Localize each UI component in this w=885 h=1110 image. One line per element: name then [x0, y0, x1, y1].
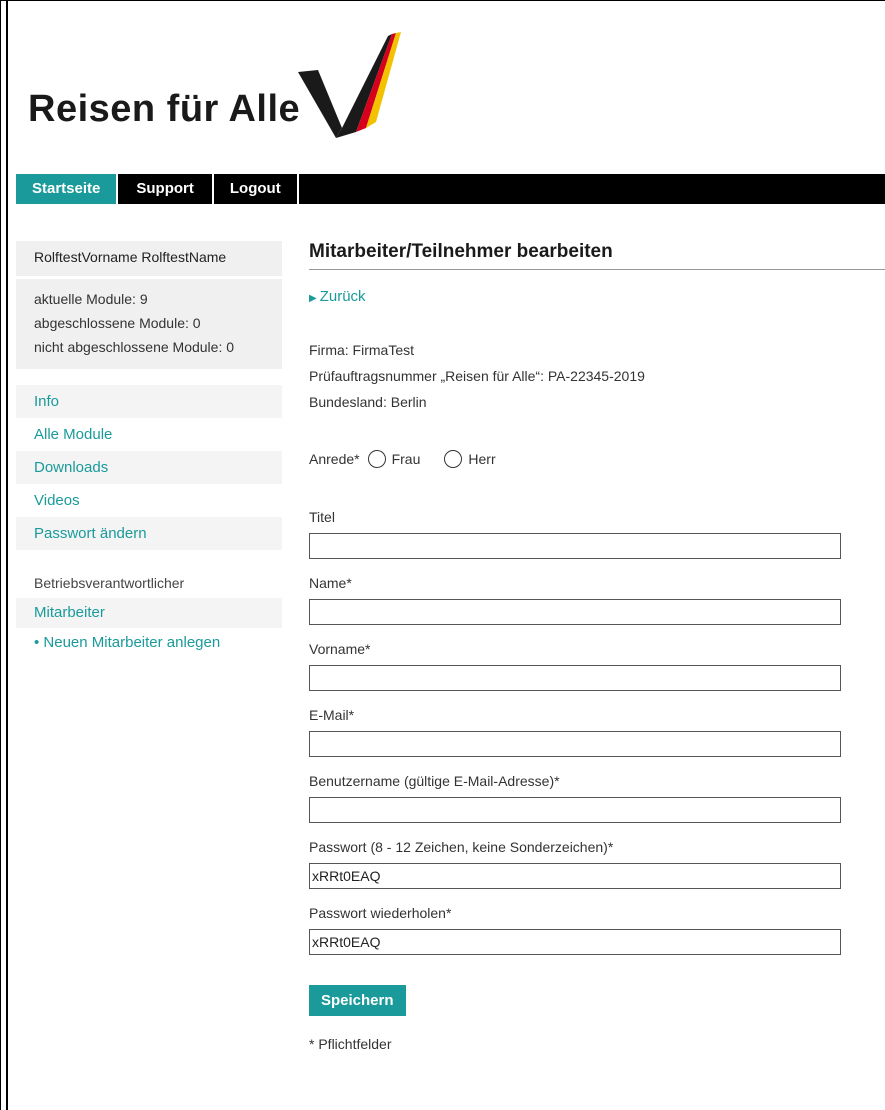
top-navigation: Startseite Support Logout	[16, 174, 885, 204]
info-bundesland: Bundesland: Berlin	[309, 394, 427, 410]
tab-support[interactable]: Support	[118, 174, 214, 204]
sidebar-section-betrieb: Betriebsverantwortlicher Mitarbeiter • N…	[16, 568, 282, 651]
username-label: Benutzername (gültige E-Mail-Adresse)*	[309, 773, 560, 789]
back-link[interactable]: ▶ Zurück	[309, 288, 885, 305]
logo[interactable]: Reisen für Alle	[28, 32, 408, 142]
sidebar-item-info[interactable]: Info	[16, 385, 282, 418]
main-content: Mitarbeiter/Teilnehmer bearbeiten ▶ Zurüc…	[309, 241, 885, 1052]
titel-input[interactable]	[309, 533, 841, 559]
sidebar-item-videos[interactable]: Videos	[16, 484, 282, 517]
username-input[interactable]	[309, 797, 841, 823]
tab-startseite[interactable]: Startseite	[16, 174, 119, 204]
sidebar-item-downloads[interactable]: Downloads	[16, 451, 282, 484]
anrede-label: Anrede*	[309, 451, 360, 467]
titel-label: Titel	[309, 509, 335, 525]
stat-incomplete-modules: nicht abgeschlossene Module: 0	[34, 339, 235, 355]
stat-completed-modules: abgeschlossene Module: 0	[34, 315, 201, 331]
stat-current-modules: aktuelle Module: 9	[34, 291, 148, 307]
sidebar-item-mitarbeiter[interactable]: Mitarbeiter	[16, 598, 282, 628]
page-border	[6, 0, 8, 1110]
company-info: Firma: FirmaTest Prüfauftragsnummer „Rei…	[309, 337, 885, 415]
info-firma: Firma: FirmaTest	[309, 342, 414, 358]
vorname-input[interactable]	[309, 665, 841, 691]
sidebar-item-alle-module[interactable]: Alle Module	[16, 418, 282, 451]
save-button[interactable]: Speichern	[309, 985, 406, 1016]
user-info-box: RolftestVorname RolftestName aktuelle Mo…	[16, 241, 282, 369]
sidebar-item-passwort-aendern[interactable]: Passwort ändern	[16, 517, 282, 550]
password-repeat-label: Passwort wiederholen*	[309, 905, 452, 921]
required-note: * Pflichtfelder	[309, 1036, 392, 1052]
back-link-label: Zurück	[319, 288, 366, 305]
email-input[interactable]	[309, 731, 841, 757]
info-pruefauftragsnummer: Prüfauftragsnummer „Reisen für Alle“: PA…	[309, 368, 645, 384]
sidebar-link-new-employee[interactable]: • Neuen Mitarbeiter anlegen	[16, 634, 282, 651]
email-label: E-Mail*	[309, 707, 355, 723]
logo-text: Reisen für Alle	[28, 88, 301, 130]
sidebar-section-heading: Betriebsverantwortlicher	[34, 575, 185, 591]
tab-logout[interactable]: Logout	[214, 174, 299, 204]
name-label: Name*	[309, 575, 352, 591]
vorname-label: Vorname*	[309, 641, 371, 657]
sidebar-nav: Info Alle Module Downloads Videos Passwo…	[16, 385, 282, 550]
triangle-right-icon: ▶	[309, 293, 317, 304]
name-input[interactable]	[309, 599, 841, 625]
radio-frau-label[interactable]: Frau	[392, 451, 421, 467]
radio-frau[interactable]	[367, 450, 386, 468]
radio-herr[interactable]	[444, 450, 463, 468]
sidebar: RolftestVorname RolftestName aktuelle Mo…	[16, 241, 282, 651]
password-repeat-input[interactable]	[309, 929, 841, 955]
user-name: RolftestVorname RolftestName	[16, 249, 282, 279]
anrede-group: Anrede* Frau Herr	[309, 447, 885, 471]
password-label: Passwort (8 - 12 Zeichen, keine Sonderze…	[309, 839, 614, 855]
radio-herr-label[interactable]: Herr	[468, 451, 495, 467]
page-title: Mitarbeiter/Teilnehmer bearbeiten	[309, 241, 885, 270]
checkmark-logo-icon	[298, 32, 401, 138]
password-input[interactable]	[309, 863, 841, 889]
